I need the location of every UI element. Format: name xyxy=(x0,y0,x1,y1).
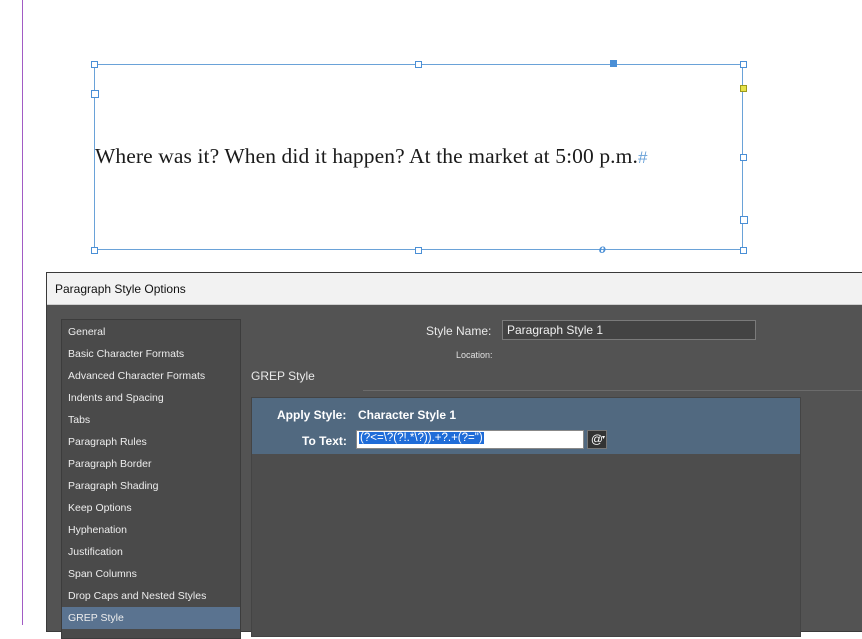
options-sidebar: General Basic Character Formats Advanced… xyxy=(61,319,241,639)
sidebar-item-keep-options[interactable]: Keep Options xyxy=(62,497,240,519)
location-label: Location: xyxy=(456,350,493,360)
to-text-label: To Text: xyxy=(302,434,347,448)
sidebar-item-indents-and-spacing[interactable]: Indents and Spacing xyxy=(62,387,240,409)
live-corner-handle[interactable] xyxy=(740,85,747,92)
frame-out-port[interactable] xyxy=(740,216,748,224)
section-divider xyxy=(363,390,862,391)
sidebar-item-advanced-character-formats[interactable]: Advanced Character Formats xyxy=(62,365,240,387)
frame-handle-bottom-left[interactable] xyxy=(91,247,98,254)
frame-handle-middle-right[interactable] xyxy=(740,154,747,161)
sidebar-item-paragraph-shading[interactable]: Paragraph Shading xyxy=(62,475,240,497)
frame-handle-top-center[interactable] xyxy=(415,61,422,68)
sidebar-item-general[interactable]: General xyxy=(62,321,240,343)
paragraph-mark-icon: # xyxy=(637,148,648,167)
frame-in-port-left[interactable] xyxy=(91,90,99,98)
frame-handle-top-left[interactable] xyxy=(91,61,98,68)
sidebar-item-paragraph-border[interactable]: Paragraph Border xyxy=(62,453,240,475)
sidebar-item-basic-character-formats[interactable]: Basic Character Formats xyxy=(62,343,240,365)
sidebar-item-span-columns[interactable]: Span Columns xyxy=(62,563,240,585)
frame-in-port[interactable] xyxy=(610,60,617,67)
anchor-marker: o xyxy=(599,242,606,257)
special-characters-button[interactable]: @ ▾ xyxy=(587,430,607,449)
apply-style-label: Apply Style: xyxy=(277,408,347,422)
grep-style-row[interactable]: Apply Style: Character Style 1 To Text: … xyxy=(252,398,800,454)
to-text-input[interactable]: (?<=\?(?!.*\?)).+?.+(?=") xyxy=(356,430,584,449)
section-title: GREP Style xyxy=(251,369,315,383)
frame-handle-bottom-right[interactable] xyxy=(740,247,747,254)
grep-style-list[interactable]: Apply Style: Character Style 1 To Text: … xyxy=(251,397,801,637)
sidebar-item-drop-caps-and-nested-styles[interactable]: Drop Caps and Nested Styles xyxy=(62,585,240,607)
margin-guide xyxy=(22,0,23,625)
frame-handle-top-right[interactable] xyxy=(740,61,747,68)
style-name-label: Style Name: xyxy=(426,324,492,338)
to-text-selection: (?<=\?(?!.*\?)).+?.+(?=") xyxy=(359,432,484,444)
frame-text-content: Where was it? When did it happen? At the… xyxy=(95,144,638,168)
dialog-title: Paragraph Style Options xyxy=(55,282,186,296)
sidebar-item-grep-style[interactable]: GREP Style xyxy=(62,607,240,629)
sidebar-item-justification[interactable]: Justification xyxy=(62,541,240,563)
sidebar-item-hyphenation[interactable]: Hyphenation xyxy=(62,519,240,541)
paragraph-style-options-dialog: Paragraph Style Options General Basic Ch… xyxy=(46,272,862,639)
dialog-titlebar[interactable]: Paragraph Style Options xyxy=(47,273,862,305)
sidebar-item-paragraph-rules[interactable]: Paragraph Rules xyxy=(62,431,240,453)
frame-text[interactable]: Where was it? When did it happen? At the… xyxy=(95,144,648,169)
sidebar-item-tabs[interactable]: Tabs xyxy=(62,409,240,431)
dropdown-triangle-icon: ▾ xyxy=(601,435,605,441)
apply-style-value[interactable]: Character Style 1 xyxy=(358,408,456,422)
style-name-input[interactable]: Paragraph Style 1 xyxy=(502,320,756,340)
frame-handle-bottom-center[interactable] xyxy=(415,247,422,254)
